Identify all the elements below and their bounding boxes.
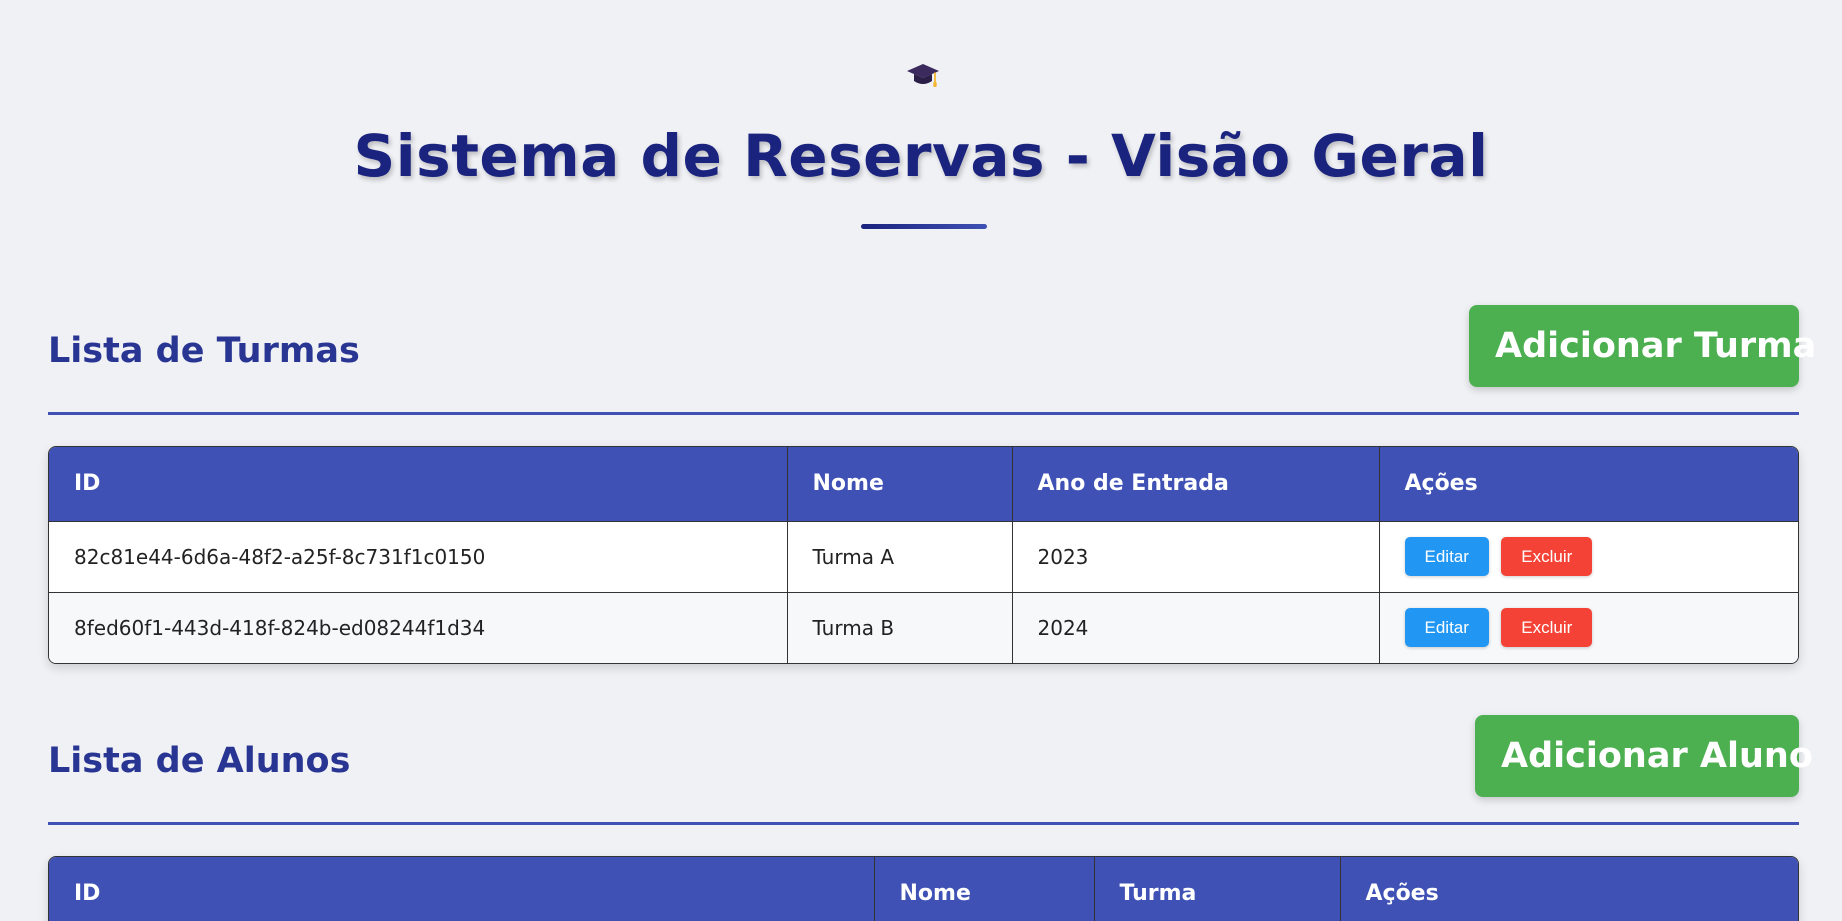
turma-id-cell: 8fed60f1-443d-418f-824b-ed08244f1d34 <box>49 592 788 663</box>
column-header-id: ID <box>49 857 875 921</box>
page: Sistema de Reservas - Visão Geral Lista … <box>0 0 1842 921</box>
turma-nome-cell: Turma A <box>787 521 1013 593</box>
turma-actions-cell: Editar Excluir <box>1379 521 1798 593</box>
turmas-table: ID Nome Ano de Entrada Ações 82c81e44-6d… <box>48 446 1799 664</box>
graduation-cap-icon <box>907 64 939 87</box>
turmas-table-header-row: ID Nome Ano de Entrada Ações <box>49 447 1798 522</box>
column-header-id: ID <box>49 447 788 522</box>
turma-nome-cell: Turma B <box>787 592 1013 663</box>
delete-button[interactable]: Excluir <box>1501 537 1593 576</box>
edit-button[interactable]: Editar <box>1404 608 1489 648</box>
edit-button[interactable]: Editar <box>1404 537 1489 576</box>
alunos-section-divider <box>48 822 1799 825</box>
turmas-section-title: Lista de Turmas <box>48 331 360 371</box>
title-underline <box>861 224 987 229</box>
alunos-table: ID Nome Turma Ações <box>48 856 1799 921</box>
add-turma-button[interactable]: Adicionar Turma <box>1469 305 1816 387</box>
column-header-acoes: Ações <box>1340 857 1798 921</box>
column-header-nome: Nome <box>787 447 1013 522</box>
column-header-acoes: Ações <box>1379 447 1798 522</box>
column-header-nome: Nome <box>874 857 1095 921</box>
column-header-turma: Turma <box>1094 857 1341 921</box>
alunos-section-title: Lista de Alunos <box>48 741 351 781</box>
add-aluno-button[interactable]: Adicionar Aluno <box>1475 715 1813 797</box>
turma-id-cell: 82c81e44-6d6a-48f2-a25f-8c731f1c0150 <box>49 521 788 593</box>
page-title: Sistema de Reservas - Visão Geral <box>353 122 1489 190</box>
column-header-ano-de-entrada: Ano de Entrada <box>1012 447 1380 522</box>
turmas-section-divider <box>48 412 1799 415</box>
delete-button[interactable]: Excluir <box>1501 608 1593 648</box>
table-row: 8fed60f1-443d-418f-824b-ed08244f1d34 Tur… <box>49 592 1798 663</box>
turma-ano-cell: 2024 <box>1012 592 1380 663</box>
turma-actions-cell: Editar Excluir <box>1379 592 1798 663</box>
table-row: 82c81e44-6d6a-48f2-a25f-8c731f1c0150 Tur… <box>49 521 1798 593</box>
turma-ano-cell: 2023 <box>1012 521 1380 593</box>
alunos-table-header-row: ID Nome Turma Ações <box>49 857 1798 921</box>
